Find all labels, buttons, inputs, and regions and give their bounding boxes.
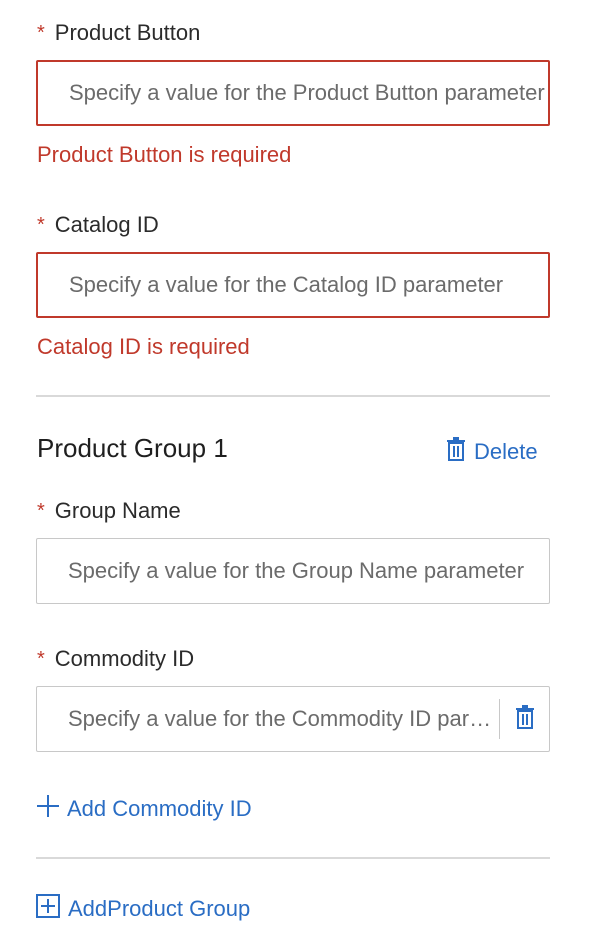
product-button-error: Product Button is required <box>37 142 292 167</box>
group-name-label-text: Group Name <box>54 498 181 523</box>
group-name-label: * Group Name <box>37 498 181 524</box>
required-asterisk: * <box>37 499 45 522</box>
commodity-id-label-text: Commodity ID <box>54 646 195 671</box>
catalog-id-label: * Catalog ID <box>37 212 159 238</box>
product-button-label: * Product Button <box>37 20 200 46</box>
add-commodity-label: Add Commodity ID <box>67 796 252 821</box>
product-button-field <box>36 60 550 126</box>
section-divider <box>36 395 550 397</box>
required-asterisk: * <box>37 213 45 236</box>
catalog-id-error: Catalog ID is required <box>37 334 250 359</box>
add-commodity-button[interactable]: Add Commodity ID <box>37 795 252 823</box>
commodity-id-label: * Commodity ID <box>37 646 194 672</box>
add-product-group-label: AddProduct Group <box>68 896 251 921</box>
plus-square-icon <box>36 894 60 924</box>
catalog-id-label-text: Catalog ID <box>54 212 159 237</box>
delete-group-button[interactable]: Delete <box>446 437 538 467</box>
product-button-input[interactable] <box>38 62 548 124</box>
group-name-input[interactable] <box>37 539 549 603</box>
plus-icon <box>37 795 59 823</box>
add-product-group-button[interactable]: AddProduct Group <box>36 894 250 924</box>
product-button-label-text: Product Button <box>54 20 201 45</box>
required-asterisk: * <box>37 21 45 44</box>
trash-icon <box>446 437 466 467</box>
group-name-field <box>36 538 550 604</box>
trash-icon <box>515 704 535 734</box>
product-group-title: Product Group 1 <box>37 433 228 463</box>
delete-label: Delete <box>474 439 538 464</box>
commodity-id-field <box>36 686 550 752</box>
required-asterisk: * <box>37 647 45 670</box>
catalog-id-input[interactable] <box>38 254 548 316</box>
catalog-id-field <box>36 252 550 318</box>
section-divider <box>36 857 550 859</box>
remove-commodity-button[interactable] <box>500 704 549 734</box>
commodity-id-input[interactable] <box>37 687 499 751</box>
